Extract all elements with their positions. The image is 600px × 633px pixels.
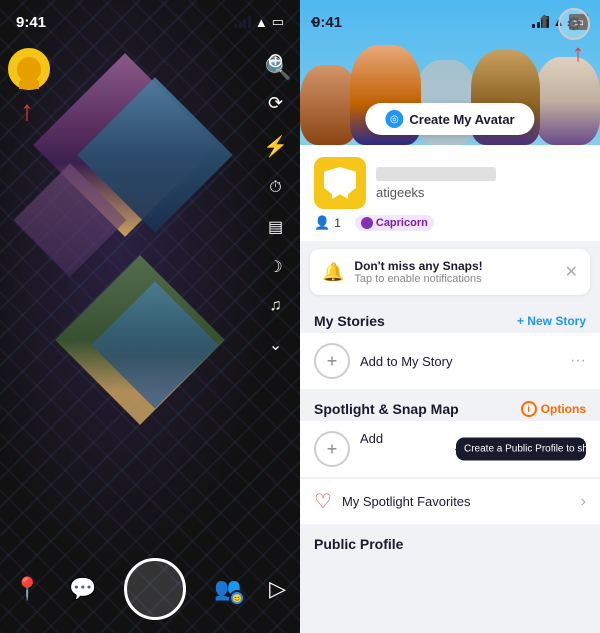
right-status-bar: 9:41 ▲ ▭ [300,0,600,36]
friend-icon: 👤 [314,215,330,231]
profile-username: atigeeks [376,185,586,200]
create-avatar-label: Create My Avatar [409,112,514,127]
spotlight-options-button[interactable]: i Options [521,401,586,417]
flip-camera-icon[interactable]: ⟳ [268,93,283,114]
my-spotlight-favorites-item[interactable]: ♡ My Spotlight Favorites › [300,479,600,524]
bitmoji-1 [300,65,358,145]
new-story-button[interactable]: + New Story [517,314,586,328]
more-icon[interactable]: ⌄ [269,335,282,355]
public-profile-title: Public Profile [314,536,403,552]
tooltip-text: Create a Public Profile to show your nam… [464,444,600,455]
bitmoji-5 [535,57,600,145]
bell-icon: 🔔 [322,262,344,283]
options-info-icon: i [521,401,537,417]
left-status-bar: 9:41 ▲ ▭ [0,0,300,44]
profile-header: 9:41 ▲ ▭ ‹ ⬆ ⚙ ↑ [300,0,600,145]
chat-button[interactable]: 💬 [69,576,96,602]
wifi-icon: ▲ [255,15,268,30]
profile-details: atigeeks [376,167,586,200]
zodiac-label: Capricorn [376,217,428,229]
favorites-label: My Spotlight Favorites [342,494,571,509]
right-panel: 9:41 ▲ ▭ ‹ ⬆ ⚙ ↑ [300,0,600,633]
upload-button[interactable]: ⬆ [537,12,552,33]
heart-icon: ♡ [314,489,332,514]
friends-button[interactable]: 👥 😊 [214,576,241,602]
diamond-shapes [0,0,300,633]
music-icon[interactable]: ♫ [270,297,282,315]
back-button[interactable]: ‹ [310,10,317,33]
notif-subtitle: Tap to enable notifications [354,273,554,285]
avatar-head [17,57,41,81]
flash-icon[interactable]: ⚡ [263,134,288,159]
zodiac-badge[interactable]: Capricorn [355,215,434,231]
notif-content: Don't miss any Snaps! Tap to enable noti… [354,259,554,285]
profile-name-blurred [376,167,496,181]
add-story-icon: + [314,343,350,379]
friend-count-stat[interactable]: 👤 1 [314,215,341,231]
tooltip-bubble: Create a Public Profile to show your nam… [456,438,586,461]
battery-icon: ▭ [272,14,284,30]
add-friend-icon[interactable]: ⊕ [267,48,284,73]
add-to-story-label: Add to My Story [360,354,560,369]
left-bottom-bar: 📍 💬 👥 😊 ▷ [0,553,300,633]
night-mode-icon[interactable]: ☽ [268,257,282,277]
left-status-icons: ▲ ▭ [234,14,284,30]
spotlight-header: Spotlight & Snap Map i Options [300,391,600,421]
shutter-inner [130,564,180,614]
add-to-story-item[interactable]: + Add to My Story ··· [300,333,600,389]
public-profile-header: Public Profile [300,526,600,558]
notif-title: Don't miss any Snaps! [354,259,554,273]
right-scroll-area[interactable]: 🔔 Don't miss any Snaps! Tap to enable no… [300,241,600,633]
spotlight-button[interactable]: ▷ [269,576,286,602]
right-side-controls: ⊕ ⟳ ⚡ ⏱ ▤ ☽ ♫ ⌄ [263,48,288,355]
left-panel: 9:41 ▲ ▭ 🔍 ↑ ⊕ ⟳ ⚡ ⏱ ▤ ☽ ♫ ⌄ 📍 [0,0,300,633]
add-spotlight-icon: + [314,431,350,467]
gear-icon: ⚙ [566,14,582,35]
left-top-controls: 🔍 [8,48,292,90]
create-avatar-btn-inner: ◎ Create My Avatar [365,103,534,135]
chevron-right-icon: › [581,493,586,511]
my-stories-title: My Stories [314,313,385,329]
notif-close-button[interactable]: ✕ [565,262,578,282]
friends-badge: 😊 [229,590,245,606]
shutter-button[interactable] [124,558,186,620]
my-stories-header: My Stories + New Story [300,303,600,333]
location-button[interactable]: 📍 [14,576,41,602]
add-story-more-icon[interactable]: ··· [570,352,586,370]
profile-stats: 👤 1 Capricorn [314,215,586,231]
friend-count: 1 [334,216,341,230]
new-story-label: + New Story [517,314,586,328]
snapcode-border [317,160,363,206]
filmstrip-icon[interactable]: ▤ [268,217,283,237]
options-label: Options [541,402,586,416]
red-arrow-up-icon: ↑ [20,95,34,127]
snapcode[interactable] [314,157,366,209]
signal-icon [234,16,251,28]
timer-icon[interactable]: ⏱ [269,179,281,197]
profile-info-row: atigeeks [314,157,586,209]
avatar-camera-icon: ◎ [385,110,403,128]
zodiac-icon [361,217,373,229]
profile-avatar[interactable] [8,48,50,90]
profile-section: atigeeks 👤 1 Capricorn [300,145,600,241]
add-to-spotlight-item[interactable]: + Add Create a Public Profile to show yo… [300,421,600,477]
red-arrow-settings-icon: ↑ [572,40,584,68]
notification-banner[interactable]: 🔔 Don't miss any Snaps! Tap to enable no… [310,249,590,295]
spotlight-title: Spotlight & Snap Map [314,401,459,417]
left-time: 9:41 [16,14,46,31]
